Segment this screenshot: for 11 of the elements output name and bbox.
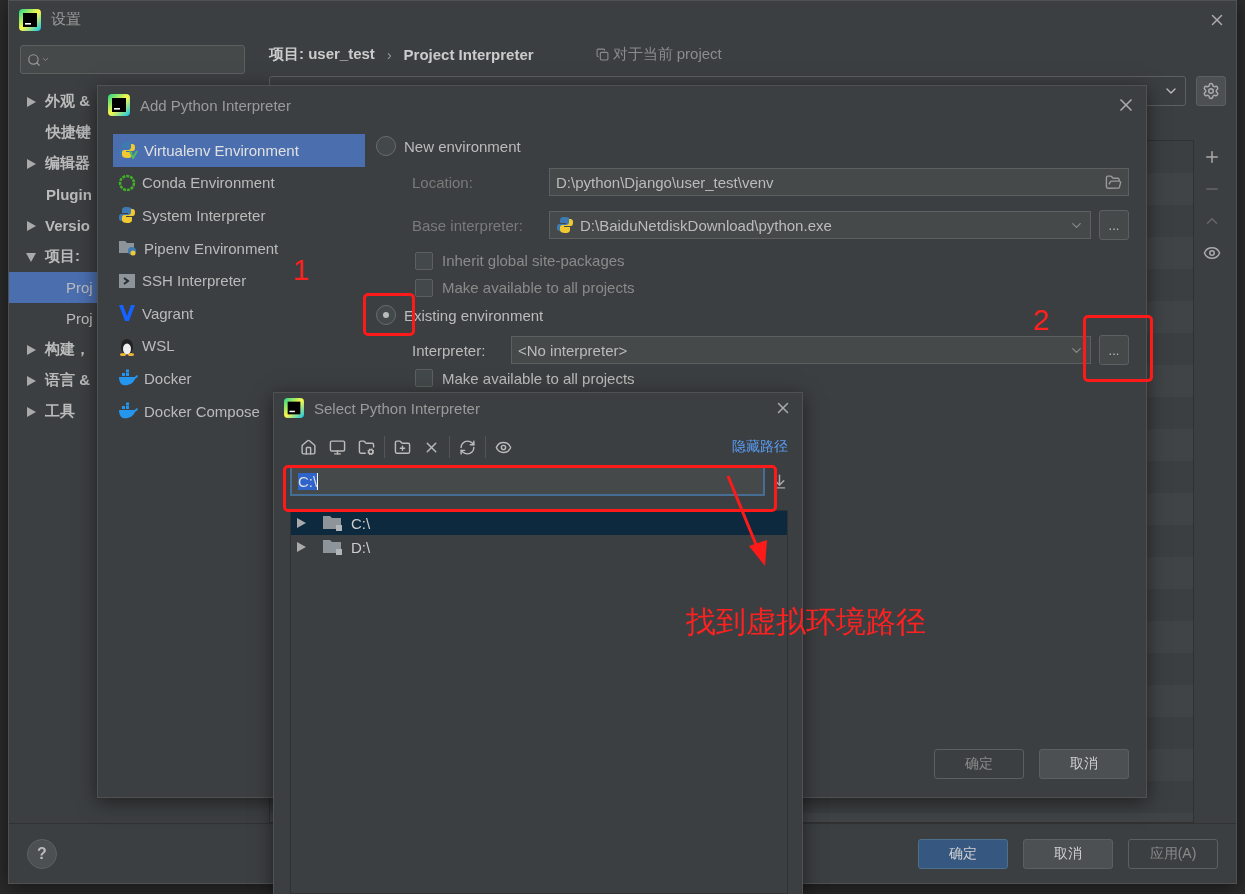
dialog-title: Add Python Interpreter [140,96,292,114]
field-label: Location: [412,173,474,191]
scope-note: 对于当前 project [612,45,722,64]
step-number: 2 [1033,305,1050,335]
step-number: 1 [293,255,310,285]
field-label: Base interpreter: [412,216,524,234]
dialog-title: Select Python Interpreter [314,399,481,417]
field-label: Interpreter: [412,341,487,359]
window-title: 设置 [51,10,82,29]
annotation-note: 找到虚拟环境路径 [686,607,926,637]
breadcrumb-separator: › [386,46,392,63]
